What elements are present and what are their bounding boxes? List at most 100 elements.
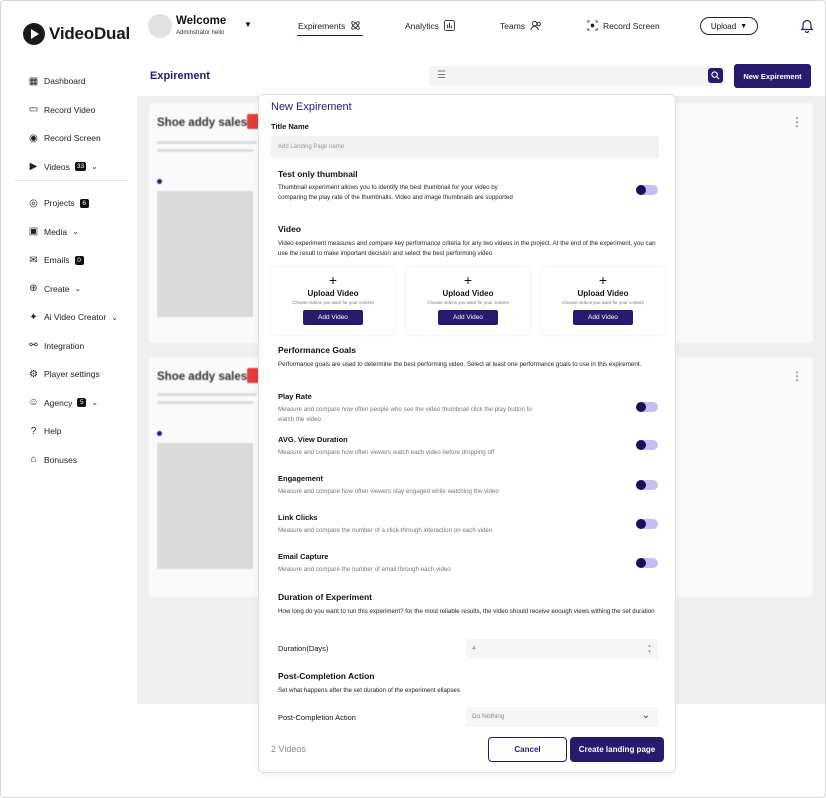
sidebar: VideoDual ▦ Dashboard ▭ Record Video ◉ Record… [1, 1, 138, 797]
mail-icon: ✉ [29, 254, 38, 266]
play-rate-toggle[interactable] [636, 402, 658, 412]
tab-teams[interactable]: Teams [500, 20, 542, 31]
goal-description: Measure and compare how often viewers st… [278, 488, 499, 495]
email-capture-toggle[interactable] [636, 558, 658, 568]
post-completion-select[interactable]: Do Nothing ⌄ [466, 707, 658, 727]
duration-heading: Duration of Experiment [278, 592, 372, 602]
upload-subtitle: Choose videos you want for your content [427, 300, 509, 305]
sidebar-item-label: Record Screen [44, 133, 101, 144]
avatar[interactable] [148, 14, 172, 38]
card-meta-line [157, 401, 253, 404]
modal-title: New Expirement [271, 101, 352, 113]
sidebar-item-create[interactable]: ⊕ Create ⌄ [28, 275, 138, 304]
sidebar-item-dashboard[interactable]: ▦ Dashboard [28, 67, 138, 96]
goal-label: AVG. View Duration [278, 435, 348, 444]
engagement-toggle[interactable] [636, 480, 658, 490]
chevron-down-icon: ⌄ [72, 227, 79, 237]
count-badge: 33 [74, 162, 87, 172]
cancel-button[interactable]: Cancel [488, 737, 567, 762]
duration-input[interactable]: 4 ▲ ▼ [466, 639, 658, 659]
sidebar-item-label: Player settings [44, 369, 100, 380]
upload-subtitle: Choose videos you want for your content [292, 300, 374, 305]
sidebar-item-player-settings[interactable]: ⚙ Player settings [28, 360, 138, 389]
add-video-button[interactable]: Add Video [573, 310, 633, 325]
goals-heading: Performance Goals [278, 345, 356, 355]
link-clicks-toggle[interactable] [636, 519, 658, 529]
stepper-icon[interactable]: ▲ ▼ [647, 643, 652, 655]
sidebar-item-label: Ai Video Creator [44, 312, 107, 323]
upload-video-card: + Upload Video Choose videos you want fo… [406, 267, 530, 335]
card-meta-line [157, 149, 253, 152]
plus-icon: + [598, 272, 608, 288]
upload-subtitle: Choose videos you want for your content [562, 300, 644, 305]
thumbnail-toggle[interactable] [636, 185, 658, 195]
chevron-down-icon: ⌄ [111, 312, 118, 322]
sidebar-item-record-screen[interactable]: ◉ Record Screen [28, 124, 138, 153]
sidebar-item-label: Help [44, 426, 62, 437]
sidebar-item-integration[interactable]: ⚯ Integration [28, 332, 138, 361]
search-input[interactable] [429, 66, 725, 86]
chevron-down-icon: ▼ [740, 22, 748, 30]
account-dropdown-icon[interactable]: ▼ [244, 20, 252, 29]
active-tab-indicator [297, 35, 363, 36]
sidebar-item-emails[interactable]: ✉ Emails 0 [28, 246, 138, 275]
goals-description: Performance goals are used to determine … [278, 361, 642, 368]
record-screen-icon [587, 20, 598, 31]
search-icon [711, 71, 720, 80]
title-name-input[interactable]: Add Landing Page name [271, 136, 659, 158]
add-video-button[interactable]: Add Video [438, 310, 498, 325]
tab-label: Analytics [405, 20, 440, 31]
upload-video-card: + Upload Video Choose videos you want fo… [271, 267, 395, 335]
more-options-icon[interactable]: ⋮ [791, 369, 803, 383]
chevron-down-icon: ⌄ [74, 284, 82, 294]
sidebar-item-agency[interactable]: ☺ Agency 5 ⌄ [28, 389, 138, 418]
platform-dot [157, 179, 162, 184]
logo[interactable]: VideoDual [23, 23, 130, 45]
tab-analytics[interactable]: Analytics [405, 20, 455, 31]
sidebar-item-label: Media [44, 226, 68, 237]
search-button[interactable] [708, 68, 723, 83]
upload-video-card: + Upload Video Choose videos you want fo… [541, 267, 665, 335]
goal-description: Measure and compare the number of a clic… [278, 527, 493, 534]
sidebar-item-label: Dashboard [44, 76, 86, 87]
thumbnail-description: Thumbnail experiment allows you to ident… [278, 184, 513, 201]
tab-expirements[interactable]: Expirements [298, 20, 361, 31]
sidebar-item-videos[interactable]: ▶ Videos 33 ⌄ [28, 153, 138, 182]
duration-value: 4 [472, 645, 476, 652]
media-icon: ▣ [28, 226, 39, 238]
sidebar-item-label: Projects [44, 198, 75, 209]
card-title: Shoe addy sales [157, 117, 248, 129]
logo-play-icon [23, 23, 45, 45]
count-badge: 5 [77, 398, 87, 408]
sidebar-item-media[interactable]: ▣ Media ⌄ [28, 218, 138, 247]
atom-icon [351, 21, 360, 30]
title-name-label: Title Name [271, 122, 309, 131]
tab-record-screen[interactable]: Record Screen [587, 20, 660, 31]
count-badge: 0 [74, 255, 84, 265]
sidebar-item-bonuses[interactable]: ⌂ Bonuses [28, 446, 138, 475]
sidebar-item-label: Create [44, 283, 70, 294]
video-count: 2 Videos [271, 744, 306, 754]
app-window: VideoDual ▦ Dashboard ▭ Record Video ◉ Record… [0, 0, 826, 798]
thumbnail-heading: Test only thumbnail [278, 169, 358, 179]
avg-view-duration-toggle[interactable] [636, 440, 658, 450]
card-thumbnail [157, 191, 253, 317]
upload-title: Upload Video [307, 289, 359, 298]
plus-circle-icon: ⊕ [29, 283, 38, 295]
sidebar-item-ai-video-creator[interactable]: ✦ Ai Video Creator ⌄ [28, 303, 138, 332]
upload-button[interactable]: Upload ▼ [700, 17, 758, 35]
create-landing-page-button[interactable]: Create landing page [570, 737, 664, 762]
sidebar-nav: ▦ Dashboard ▭ Record Video ◉ Record Screen ▶ Vi… [28, 67, 138, 474]
sidebar-item-projects[interactable]: ◎ Projects 6 [28, 189, 138, 218]
goal-description: Measure and compare the number of email … [278, 566, 451, 573]
sidebar-item-label: Integration [44, 340, 85, 351]
user-role: Adminstrator hello [176, 30, 225, 36]
sidebar-item-help[interactable]: ? Help [28, 417, 138, 446]
bell-icon[interactable] [800, 18, 814, 36]
sidebar-item-record-video[interactable]: ▭ Record Video [28, 96, 138, 125]
add-video-button[interactable]: Add Video [303, 310, 363, 325]
filter-icon[interactable]: ☰ [437, 70, 446, 81]
goal-description: Measure and compare how often viewers wa… [278, 449, 495, 456]
more-options-icon[interactable]: ⋮ [791, 115, 803, 129]
new-expirement-button[interactable]: New Expirement [734, 64, 811, 88]
